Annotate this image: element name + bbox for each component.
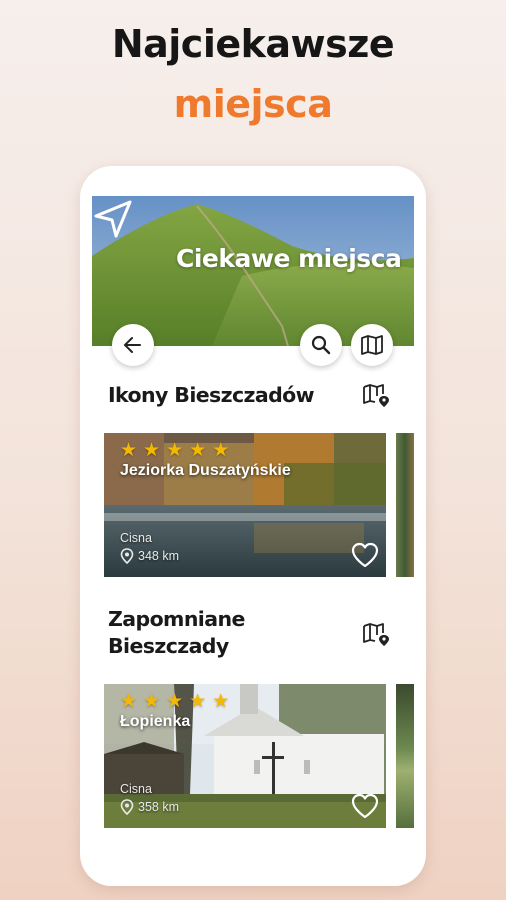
rating-stars: ★ ★ ★ ★ ★ bbox=[120, 441, 229, 461]
star-icon: ★ bbox=[166, 440, 184, 461]
search-icon bbox=[311, 335, 331, 355]
location-pin-icon bbox=[120, 548, 134, 564]
map-icon bbox=[361, 335, 383, 355]
arrow-left-icon bbox=[124, 337, 141, 353]
map-pin-icon[interactable] bbox=[362, 621, 392, 647]
place-name: Łopienka bbox=[120, 713, 191, 730]
section-title-line2: Bieszczady bbox=[108, 634, 229, 658]
place-card[interactable]: ★ ★ ★ ★ ★ Łopienka Cisna 358 km bbox=[104, 684, 386, 828]
location-pin-icon bbox=[120, 799, 134, 815]
app-screen: Ciekawe miejsca Ikony Bieszczadów ★ ★ ★ … bbox=[92, 196, 414, 886]
phone-frame: Ciekawe miejsca Ikony Bieszczadów ★ ★ ★ … bbox=[80, 166, 426, 886]
star-icon: ★ bbox=[143, 691, 161, 712]
place-distance: 358 km bbox=[120, 799, 179, 815]
star-icon: ★ bbox=[143, 440, 161, 461]
header-title: Ciekawe miejsca bbox=[176, 244, 402, 273]
section-title-line1: Zapomniane bbox=[108, 607, 245, 631]
section-title-zapomniane: Zapomniane Bieszczady bbox=[108, 606, 245, 660]
star-icon: ★ bbox=[166, 691, 184, 712]
star-icon: ★ bbox=[120, 691, 138, 712]
star-icon: ★ bbox=[212, 691, 230, 712]
map-pin-icon[interactable] bbox=[362, 382, 392, 408]
star-icon: ★ bbox=[212, 440, 230, 461]
promo-title-line1: Najciekawsze bbox=[111, 22, 395, 66]
place-distance: 348 km bbox=[120, 548, 179, 564]
next-card-peek[interactable] bbox=[396, 433, 414, 577]
map-button[interactable] bbox=[351, 324, 393, 366]
star-icon: ★ bbox=[189, 440, 207, 461]
place-name: Jeziorka Duszatyńskie bbox=[120, 462, 291, 479]
heart-outline-icon[interactable] bbox=[350, 541, 380, 569]
star-icon: ★ bbox=[120, 440, 138, 461]
place-town: Cisna bbox=[120, 782, 152, 796]
navigation-arrow-icon bbox=[94, 200, 132, 238]
search-button[interactable] bbox=[300, 324, 342, 366]
distance-value: 358 km bbox=[138, 800, 179, 814]
promo-title-line2: miejsca bbox=[173, 82, 333, 126]
header-banner: Ciekawe miejsca bbox=[92, 196, 414, 346]
place-town: Cisna bbox=[120, 531, 152, 545]
place-card[interactable]: ★ ★ ★ ★ ★ Jeziorka Duszatyńskie Cisna 34… bbox=[104, 433, 386, 577]
distance-value: 348 km bbox=[138, 549, 179, 563]
rating-stars: ★ ★ ★ ★ ★ bbox=[120, 692, 229, 712]
section-title-ikony: Ikony Bieszczadów bbox=[108, 383, 315, 407]
heart-outline-icon[interactable] bbox=[350, 792, 380, 820]
back-button[interactable] bbox=[112, 324, 154, 366]
star-icon: ★ bbox=[189, 691, 207, 712]
next-card-peek[interactable] bbox=[396, 684, 414, 828]
